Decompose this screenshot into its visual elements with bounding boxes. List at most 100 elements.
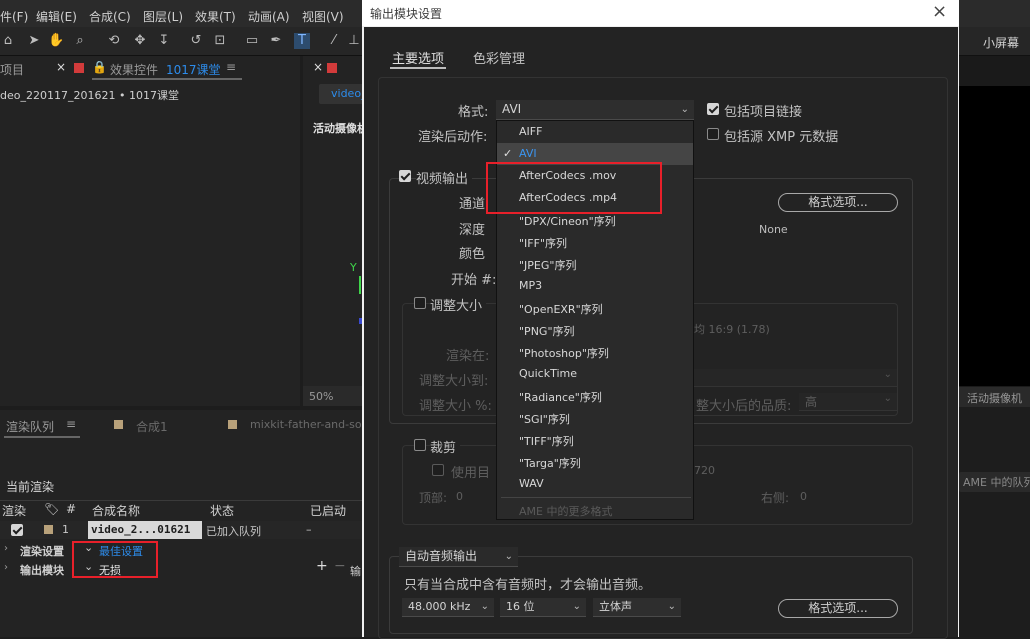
- right-viewer: 活动摄像机: [959, 56, 1030, 407]
- type-tool-icon[interactable]: T: [294, 33, 310, 49]
- expand-chevron-icon[interactable]: ›: [4, 562, 8, 573]
- clone-tool-icon[interactable]: ⊥: [346, 33, 362, 49]
- tab-main-options[interactable]: 主要选项: [392, 48, 444, 67]
- dropdown-option[interactable]: AIFF: [519, 125, 542, 138]
- divider: [0, 500, 362, 501]
- zoom-level[interactable]: 50%: [309, 390, 333, 403]
- tab-effects-controls[interactable]: 效果控件: [110, 61, 158, 78]
- anchor-tool-icon[interactable]: ⊡: [212, 33, 228, 49]
- expand-chevron-icon[interactable]: ›: [4, 543, 8, 554]
- include-xmp-checkbox[interactable]: [707, 128, 719, 140]
- video-format-options-button[interactable]: 格式选项...: [778, 193, 898, 212]
- panel-menu-icon[interactable]: ≡: [226, 60, 236, 74]
- audio-format-options-button[interactable]: 格式选项...: [778, 599, 898, 618]
- include-xmp-label[interactable]: 包括源 XMP 元数据: [724, 126, 838, 145]
- menu-composition[interactable]: 合成(C): [89, 8, 131, 25]
- bit-depth-select[interactable]: 16 位 ⌄: [500, 598, 586, 617]
- project-item[interactable]: deo_220117_201621 • 1017课堂: [0, 87, 179, 103]
- tab-color-management[interactable]: 色彩管理: [473, 48, 525, 67]
- chevron-down-icon: ⌄: [480, 601, 489, 612]
- include-project-link-label[interactable]: 包括项目链接: [724, 101, 802, 120]
- comp-color-label: [327, 63, 337, 73]
- dropdown-option[interactable]: QuickTime: [519, 367, 577, 380]
- row-comp-name[interactable]: video_2...01621: [91, 523, 190, 536]
- active-camera-dropdown[interactable]: 活动摄像机: [967, 390, 1022, 406]
- table-row[interactable]: 1 video_2...01621 已加入队列 –: [0, 521, 362, 539]
- hand-tool-icon[interactable]: ✋: [48, 33, 64, 49]
- orbit-tool-icon[interactable]: ⟲: [106, 33, 122, 49]
- audio-group: [389, 556, 913, 634]
- resize-label[interactable]: 调整大小: [430, 295, 487, 314]
- crop-right-value[interactable]: 0: [800, 490, 807, 503]
- dropdown-option[interactable]: "Photoshop"序列: [519, 345, 609, 361]
- menu-animation[interactable]: 动画(A): [248, 8, 290, 25]
- remove-output-module-icon[interactable]: −: [334, 558, 346, 574]
- project-panel: 项目 × 🔒 效果控件 1017课堂 ≡ deo_220117_201621 •…: [0, 56, 300, 406]
- queue-in-ame-button[interactable]: AME 中的队列: [959, 472, 1030, 492]
- dropdown-option[interactable]: "Targa"序列: [519, 455, 581, 471]
- selection-tool-icon[interactable]: ➤: [26, 33, 42, 49]
- col-render: 渲染: [2, 504, 27, 518]
- add-output-module-icon[interactable]: +: [316, 558, 328, 574]
- output-module-label: 输出模块: [20, 564, 64, 577]
- dropdown-option[interactable]: "TIFF"序列: [519, 433, 574, 449]
- resize-quality-label: 整大小后的品质:: [696, 399, 792, 414]
- resize-checkbox[interactable]: [414, 297, 426, 309]
- dropdown-option[interactable]: "OpenEXR"序列: [519, 301, 603, 317]
- video-output-checkbox[interactable]: [399, 170, 411, 182]
- resize-preset-select[interactable]: ⌄: [694, 369, 897, 387]
- crop-checkbox[interactable]: [414, 439, 426, 451]
- video-output-label[interactable]: 视频输出: [416, 168, 473, 187]
- audio-output-select[interactable]: 自动音频输出 ⌄: [399, 547, 518, 567]
- workspace-label[interactable]: 小屏幕: [983, 34, 1019, 51]
- menu-layer[interactable]: 图层(L): [143, 8, 183, 25]
- sample-rate-select[interactable]: 48.000 kHz ⌄: [402, 598, 494, 617]
- crop-label[interactable]: 裁剪: [430, 437, 461, 456]
- use-roi-checkbox[interactable]: [432, 464, 444, 476]
- rectangle-tool-icon[interactable]: ▭: [244, 33, 260, 49]
- dropdown-more-formats[interactable]: AME 中的更多格式: [519, 503, 612, 519]
- home-icon[interactable]: ⌂: [0, 33, 16, 49]
- tab-comp1[interactable]: 合成1: [136, 418, 168, 435]
- format-select[interactable]: AVI ⌄: [496, 100, 694, 120]
- zoom-tool-icon[interactable]: ⌕: [72, 33, 88, 49]
- start-frame-label: 开始 #:: [451, 273, 497, 288]
- close-icon[interactable]: ×: [932, 1, 947, 22]
- dropdown-option[interactable]: "SGI"序列: [519, 411, 570, 427]
- dropdown-option[interactable]: "JPEG"序列: [519, 257, 576, 273]
- resize-quality-select[interactable]: 高 ⌄: [799, 393, 897, 411]
- move-tool-icon[interactable]: ✥: [132, 33, 148, 49]
- tab-underline: [4, 436, 80, 438]
- dialog-titlebar: 输出模块设置 ×: [362, 0, 959, 26]
- col-started: 已启动: [310, 504, 347, 518]
- render-checkbox[interactable]: [11, 524, 23, 536]
- audio-channels-select[interactable]: 立体声 ⌄: [593, 598, 681, 617]
- dropdown-option[interactable]: "IFF"序列: [519, 235, 567, 251]
- dolly-tool-icon[interactable]: ↧: [156, 33, 172, 49]
- menu-view[interactable]: 视图(V): [302, 8, 344, 25]
- chevron-down-icon: ⌄: [680, 104, 689, 115]
- close-icon[interactable]: ×: [313, 60, 323, 74]
- pen-tool-icon[interactable]: ✒: [268, 33, 284, 49]
- brush-tool-icon[interactable]: ⁄: [326, 33, 342, 49]
- lock-icon[interactable]: 🔒: [92, 60, 107, 74]
- dropdown-option[interactable]: "PNG"序列: [519, 323, 575, 339]
- tab-project[interactable]: 项目: [0, 61, 24, 78]
- use-roi-label[interactable]: 使用目: [451, 462, 490, 481]
- include-project-link-checkbox[interactable]: [707, 103, 719, 115]
- effects-color-label: [74, 63, 84, 73]
- dropdown-option[interactable]: "Radiance"序列: [519, 389, 602, 405]
- panel-menu-icon[interactable]: ≡: [66, 417, 76, 431]
- close-icon[interactable]: ×: [56, 60, 66, 74]
- menu-effect[interactable]: 效果(T): [195, 8, 236, 25]
- dropdown-option[interactable]: MP3: [519, 279, 542, 292]
- tab-mixkit[interactable]: mixkit-father-and-son-: [250, 418, 373, 431]
- tab-render-queue[interactable]: 渲染队列: [6, 418, 54, 435]
- dropdown-option[interactable]: "DPX/Cineon"序列: [519, 213, 616, 229]
- dropdown-option[interactable]: AVI: [519, 147, 537, 160]
- rotate-tool-icon[interactable]: ↺: [188, 33, 204, 49]
- menu-file[interactable]: 件(F): [0, 8, 28, 25]
- crop-top-value[interactable]: 0: [456, 490, 463, 503]
- menu-edit[interactable]: 编辑(E): [36, 8, 77, 25]
- dropdown-option[interactable]: WAV: [519, 477, 544, 490]
